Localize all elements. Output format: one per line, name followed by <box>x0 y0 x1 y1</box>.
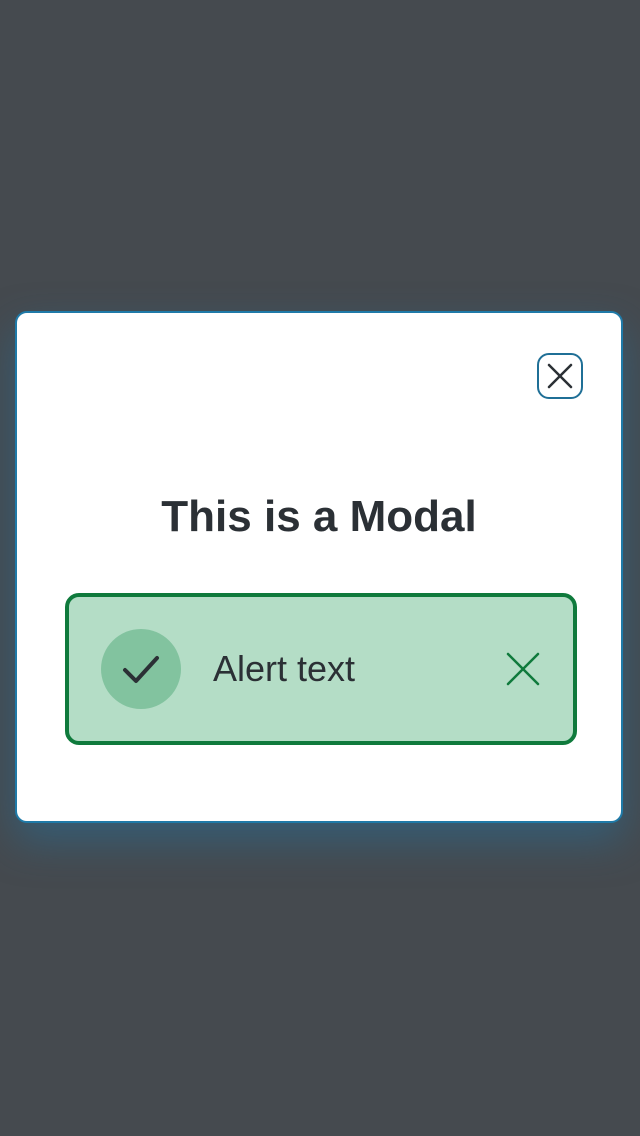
modal-dialog: This is a Modal Alert text <box>15 311 623 823</box>
alert-dismiss-button[interactable] <box>501 647 545 691</box>
checkmark-icon <box>123 656 159 683</box>
close-icon <box>506 652 540 686</box>
alert-status-icon-badge <box>101 629 181 709</box>
modal-title: This is a Modal <box>161 492 477 541</box>
success-alert: Alert text <box>65 593 577 745</box>
alert-text: Alert text <box>213 648 356 689</box>
modal-close-button[interactable] <box>537 353 583 399</box>
close-icon <box>547 363 573 389</box>
